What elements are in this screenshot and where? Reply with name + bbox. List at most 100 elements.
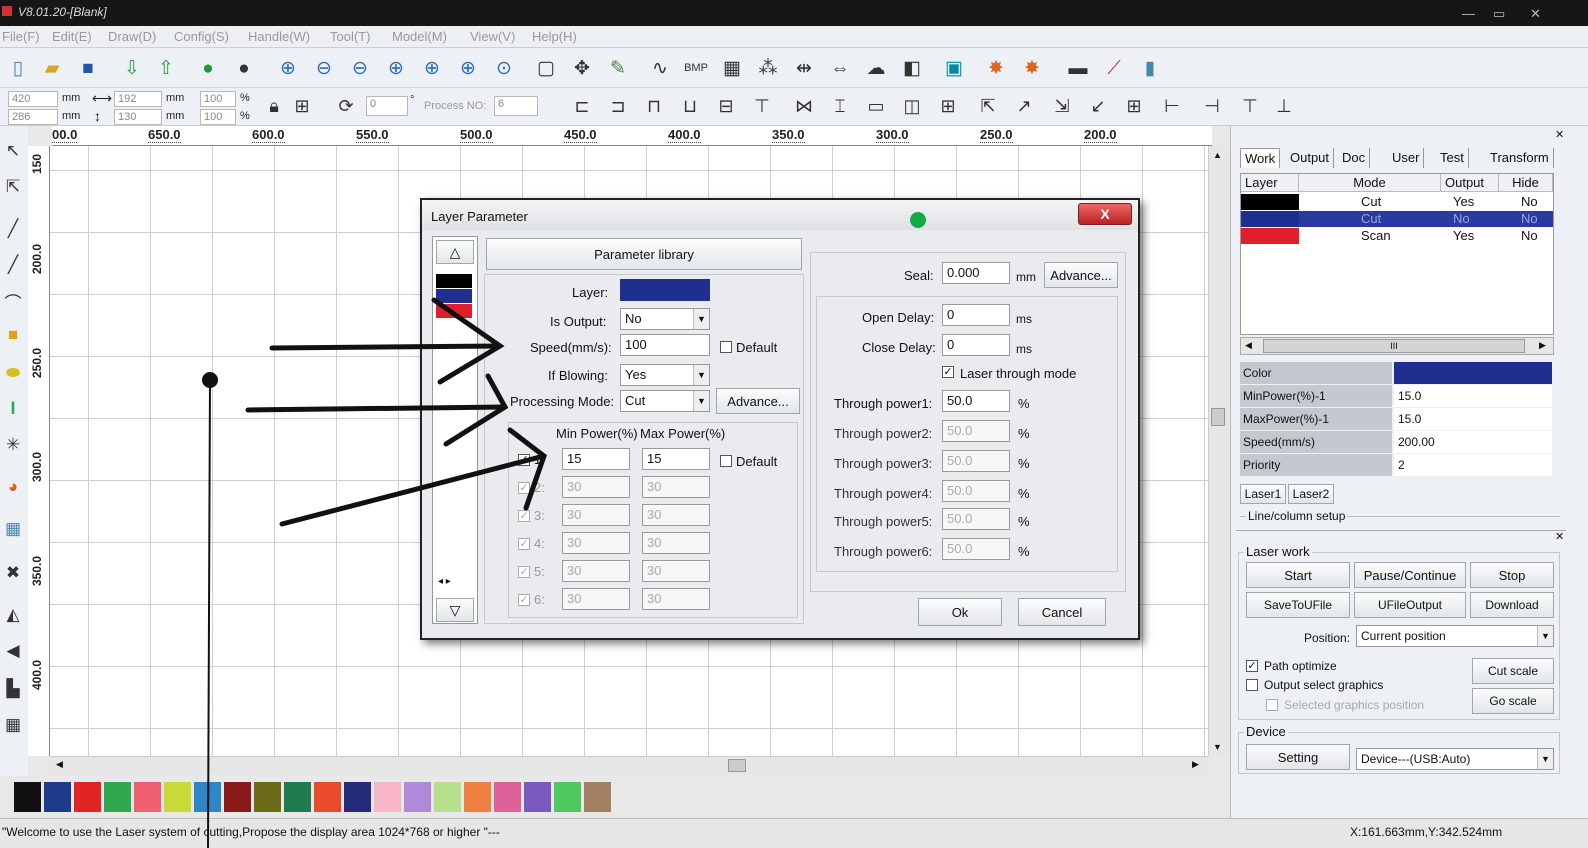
palette-swatch[interactable] (464, 782, 491, 812)
ufile-output-button[interactable]: UFileOutput (1354, 592, 1466, 618)
y-position-input[interactable]: 286 (8, 109, 58, 125)
columns-icon[interactable]: ◫ (900, 94, 924, 118)
line-column-setup-label[interactable]: Line/column setup (1246, 509, 1348, 523)
panel2-close-icon[interactable]: ✕ (1555, 530, 1564, 543)
through-power-input[interactable]: 50.0 (942, 420, 1010, 442)
scale-x-input[interactable]: 100 (200, 91, 236, 107)
scroll-left-icon[interactable]: ◀ (56, 759, 63, 770)
layer-color-box[interactable] (620, 279, 710, 301)
stop-button[interactable]: Stop (1470, 562, 1554, 588)
dialog-title-bar[interactable]: Layer Parameter X (422, 200, 1138, 230)
download-button[interactable]: Download (1470, 592, 1554, 618)
scroll-right-icon[interactable]: ▶ (1192, 759, 1199, 770)
output-select-checkbox[interactable] (1246, 679, 1258, 691)
palette-swatch[interactable] (194, 782, 221, 812)
palette-swatch[interactable] (524, 782, 551, 812)
max-power-input[interactable]: 30 (642, 588, 710, 610)
color-sort-icon[interactable]: ✸ (984, 56, 1008, 80)
ruler-icon[interactable]: ▮ (1138, 56, 1162, 80)
pen-icon[interactable]: ✎ (606, 56, 630, 80)
open-delay-input[interactable]: 0 (942, 304, 1010, 326)
palette-swatch[interactable] (254, 782, 281, 812)
max-power-input[interactable]: 15 (642, 448, 710, 470)
tab-transform[interactable]: Transform (1486, 148, 1554, 168)
text-tool-icon[interactable]: 𝐈 (2, 398, 24, 420)
redo-icon[interactable]: ● (232, 56, 256, 80)
undo-icon[interactable]: ● (196, 56, 220, 80)
cut-scale-button[interactable]: Cut scale (1472, 658, 1554, 684)
align-bottom-icon[interactable]: ⊔ (678, 94, 702, 118)
cancel-button[interactable]: Cancel (1018, 598, 1106, 626)
start-button[interactable]: Start (1246, 562, 1350, 588)
zoom-all-icon[interactable]: ⊕ (384, 56, 408, 80)
tab-work[interactable]: Work (1240, 148, 1281, 168)
if-blowing-select[interactable]: Yes ▼ (620, 364, 710, 386)
zoom-select-icon[interactable]: ⊕ (420, 56, 444, 80)
lock-icon[interactable]: 🔒︎ (262, 94, 286, 118)
strip-scroll-icon[interactable]: ◂ ▸ (438, 576, 451, 587)
tab-user[interactable]: User (1388, 148, 1425, 168)
center-grid-icon[interactable]: ⊞ (290, 94, 314, 118)
palette-swatch[interactable] (584, 782, 611, 812)
save-icon[interactable]: ■ (76, 56, 100, 80)
mirror-v-icon[interactable]: ◀ (2, 640, 24, 662)
menu-config[interactable]: Config(S) (174, 29, 229, 44)
menu-draw[interactable]: Draw(D) (108, 29, 156, 44)
palette-swatch[interactable] (494, 782, 521, 812)
prop-value[interactable]: 200.00 (1394, 431, 1552, 453)
down-arrow-icon[interactable]: ▽ (436, 598, 474, 622)
power-row-checkbox[interactable]: ✓ (518, 454, 530, 466)
chevron-down-icon[interactable]: ▼ (1537, 749, 1553, 769)
table-row[interactable]: Cut No No (1241, 211, 1553, 227)
seal-input[interactable]: 0.000 (942, 262, 1010, 284)
power-row-checkbox[interactable]: ✓ (518, 482, 530, 494)
bitmap-tool-icon[interactable]: ◕ (2, 476, 24, 498)
minimize-icon[interactable]: — (1462, 6, 1475, 21)
corner-bl-icon[interactable]: ↙ (1086, 94, 1110, 118)
go-scale-button[interactable]: Go scale (1472, 688, 1554, 714)
panel-close-icon[interactable]: ✕ (1555, 128, 1564, 141)
through-power-input[interactable]: 50.0 (942, 538, 1010, 560)
x-position-input[interactable]: 420 (8, 91, 58, 107)
through-power-input[interactable]: 50.0 (942, 480, 1010, 502)
node-edit-icon[interactable]: ✥ (570, 56, 594, 80)
palette-swatch[interactable] (224, 782, 251, 812)
prop-value[interactable]: 15.0 (1394, 408, 1552, 430)
zoom-window-icon[interactable]: ⊖ (348, 56, 372, 80)
through-power-input[interactable]: 50.0 (942, 508, 1010, 530)
tab-test[interactable]: Test (1436, 148, 1469, 168)
power-default-checkbox[interactable] (720, 455, 732, 467)
delete-tool-icon[interactable]: ✖ (2, 562, 24, 584)
tab-output[interactable]: Output (1286, 148, 1335, 168)
rotate-icon[interactable]: ⟳ (334, 94, 358, 118)
polyline-icon[interactable]: ╱ (2, 254, 24, 276)
align-tool-icon[interactable]: ▙ (2, 678, 24, 700)
curve-icon[interactable]: ⌒ (2, 290, 24, 313)
zoom-in-icon[interactable]: ⊕ (276, 56, 300, 80)
processing-mode-select[interactable]: Cut ▼ (620, 390, 710, 412)
pause-continue-button[interactable]: Pause/Continue (1354, 562, 1466, 588)
menu-handle[interactable]: Handle(W) (248, 29, 310, 44)
layer-swatch[interactable] (436, 274, 472, 288)
palette-swatch[interactable] (284, 782, 311, 812)
same-width-icon[interactable]: ⋈ (792, 94, 816, 118)
min-power-input[interactable]: 30 (562, 560, 630, 582)
cloud-icon[interactable]: ☁ (864, 56, 888, 80)
import-icon[interactable]: ⇩ (120, 56, 144, 80)
palette-swatch[interactable] (74, 782, 101, 812)
min-power-input[interactable]: 30 (562, 504, 630, 526)
new-file-icon[interactable]: ▯ (6, 56, 30, 80)
layer-scroll-thumb[interactable]: III (1263, 339, 1525, 353)
grid-tool-icon[interactable]: ▦ (2, 714, 24, 736)
height-input[interactable]: 130 (114, 109, 162, 125)
scroll-down-icon[interactable]: ▼ (1213, 742, 1222, 752)
same-height-icon[interactable]: ⌶ (828, 94, 852, 118)
edge-left-icon[interactable]: ⊢ (1160, 94, 1184, 118)
palette-swatch[interactable] (134, 782, 161, 812)
open-folder-icon[interactable]: ▰ (40, 56, 64, 80)
dialog-close-button[interactable]: X (1078, 203, 1132, 225)
zoom-page-icon[interactable]: ⊕ (456, 56, 480, 80)
array-tool-icon[interactable]: ▦ (2, 518, 24, 540)
node-select-icon[interactable]: ⇱ (2, 176, 24, 198)
export-icon[interactable]: ⇧ (154, 56, 178, 80)
